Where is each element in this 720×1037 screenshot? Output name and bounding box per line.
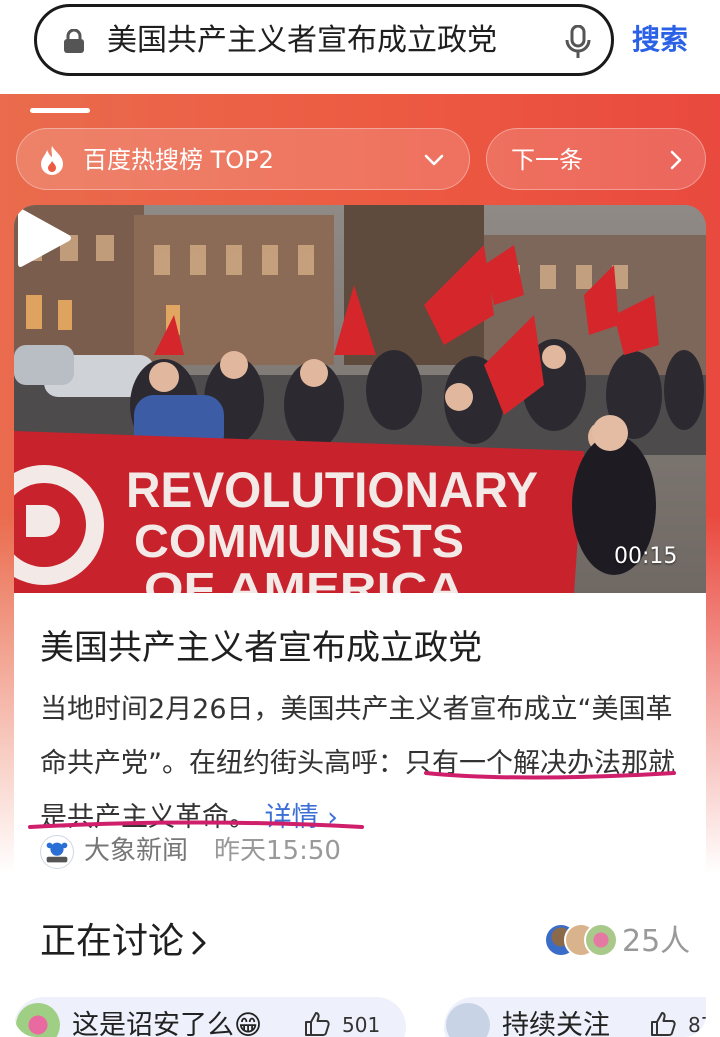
tab-indicator [30, 108, 90, 113]
daxiang-news-logo [40, 835, 74, 869]
baidu-hot-icon [41, 146, 63, 175]
chevron-right-icon [670, 150, 682, 170]
article-title[interactable]: 美国共产主义者宣布成立政党 [40, 627, 482, 669]
lock-icon [64, 29, 84, 53]
comment-text: 持续关注 [502, 1010, 610, 1037]
hot-rank-selector[interactable]: 百度热搜榜 TOP2 [16, 128, 470, 190]
search-bar: 美国共产主义者宣布成立政党 搜索 [0, 0, 720, 92]
video-duration: 00:15 [614, 544, 678, 569]
banner-text-line3: OF AMERICA [144, 564, 464, 593]
source-name: 大象新闻 [84, 836, 189, 866]
comment-chip[interactable]: 持续关注 87 [444, 997, 706, 1037]
highlight-underline [28, 771, 676, 829]
participant-count: 25人 [622, 924, 691, 959]
next-item-button[interactable]: 下一条 [486, 128, 706, 190]
microphone-icon[interactable] [565, 25, 591, 59]
play-icon[interactable] [14, 205, 74, 271]
avatar [16, 1003, 60, 1037]
comment-text: 这是诏安了么😁 [72, 1010, 263, 1037]
participant-avatars [544, 923, 624, 963]
video-thumbnail: REVOLUTIONARY COMMUNISTS OF AMERICA [14, 205, 706, 593]
like-count: 87 [688, 1013, 706, 1037]
avatar [446, 1003, 490, 1037]
hot-rank-label: 百度热搜榜 TOP2 [83, 146, 274, 174]
banner-text-line2: COMMUNISTS [134, 515, 464, 567]
news-card: REVOLUTIONARY COMMUNISTS OF AMERICA 00:1… [14, 205, 706, 1037]
video-player[interactable]: REVOLUTIONARY COMMUNISTS OF AMERICA 00:1… [14, 205, 706, 593]
discussion-title: 正在讨论 [40, 921, 185, 962]
chevron-right-icon [192, 931, 206, 955]
search-input[interactable]: 美国共产主义者宣布成立政党 [34, 4, 614, 76]
search-query-text: 美国共产主义者宣布成立政党 [107, 23, 497, 58]
banner-text-line1: REVOLUTIONARY [126, 462, 538, 518]
thumbs-up-icon[interactable] [304, 1011, 330, 1037]
thumbs-up-icon[interactable] [650, 1011, 676, 1037]
search-button[interactable]: 搜索 [632, 20, 688, 60]
comment-chip[interactable]: 这是诏安了么😁 501 [14, 997, 406, 1037]
like-count: 501 [342, 1013, 381, 1037]
chevron-down-icon [424, 154, 444, 166]
discussion-header[interactable]: 正在讨论 [40, 917, 208, 967]
avatar [584, 923, 618, 957]
publish-time: 昨天15:50 [214, 836, 341, 866]
next-item-label: 下一条 [511, 146, 583, 174]
